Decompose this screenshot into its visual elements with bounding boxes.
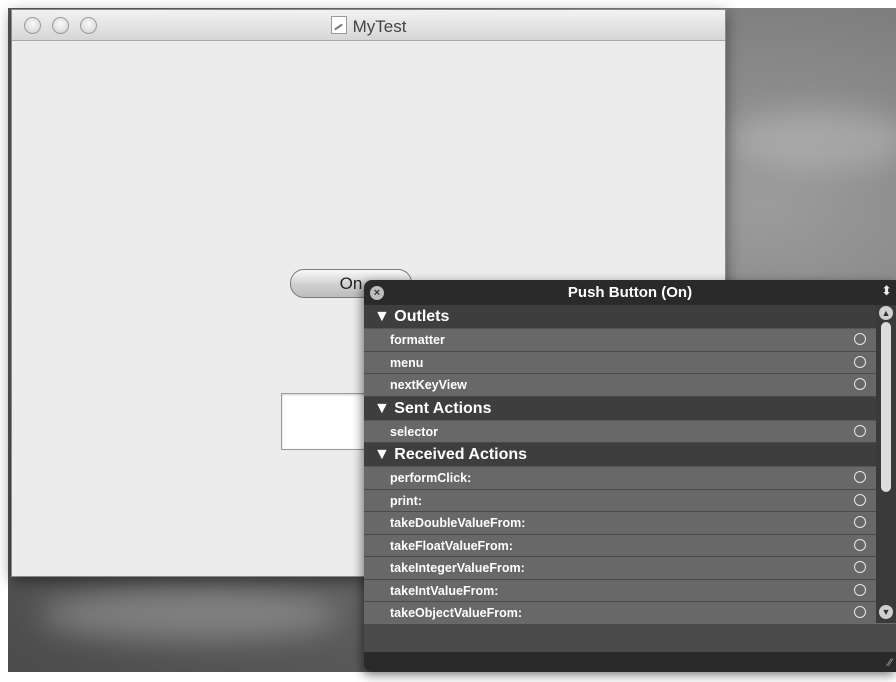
connection-circle-icon[interactable] [854, 355, 866, 368]
list-item[interactable]: takeIntValueFrom: [364, 579, 876, 602]
list-item[interactable]: takeObjectValueFrom: [364, 602, 876, 625]
connection-circle-icon[interactable] [854, 333, 866, 345]
updown-arrow-icon[interactable]: ⬍ [881, 283, 892, 299]
panel-bottom-bar: ⁄⁄ [364, 652, 896, 672]
connection-circle-icon[interactable] [854, 471, 866, 483]
resize-grip-icon[interactable]: ⁄⁄ [888, 657, 892, 669]
list-item[interactable]: performClick: [364, 467, 876, 490]
list-item[interactable]: takeDoubleValueFrom: [364, 512, 876, 535]
panel-title: Push Button (On) [567, 284, 693, 301]
scroll-thumb[interactable] [881, 322, 891, 492]
window-title: MyTest [12, 16, 725, 37]
wallpaper-streak [40, 590, 340, 640]
vertical-scrollbar[interactable]: ▲ ▼ [876, 305, 896, 623]
window-titlebar[interactable]: MyTest [12, 10, 725, 41]
panel-header[interactable]: × Push Button (On) ⬍ [364, 280, 896, 305]
scroll-up-icon[interactable]: ▲ [879, 306, 893, 320]
section-outlets[interactable]: ▼ Outlets [364, 305, 876, 329]
document-icon [330, 16, 347, 34]
connection-circle-icon[interactable] [854, 516, 866, 528]
section-received-actions[interactable]: ▼ Received Actions [364, 443, 876, 467]
wallpaper-streak [730, 110, 896, 170]
connection-circle-icon[interactable] [854, 606, 866, 618]
list-item[interactable]: print: [364, 489, 876, 512]
desktop-edge [0, 0, 8, 682]
connection-circle-icon[interactable] [854, 538, 866, 551]
list-item[interactable]: menu [364, 351, 876, 374]
connection-circle-icon[interactable] [854, 378, 866, 390]
connections-list: ▼ Outlets formatter menu nextKeyView ▼ S… [364, 305, 876, 625]
desktop-edge [0, 672, 896, 682]
list-item[interactable]: takeFloatValueFrom: [364, 534, 876, 557]
list-item[interactable]: selector [364, 420, 876, 443]
list-item[interactable]: nextKeyView [364, 374, 876, 397]
list-item[interactable]: formatter [364, 329, 876, 352]
connection-circle-icon[interactable] [854, 424, 866, 437]
connection-circle-icon[interactable] [854, 493, 866, 506]
scroll-down-icon[interactable]: ▼ [879, 605, 893, 619]
connection-circle-icon[interactable] [854, 561, 866, 573]
connections-hud-panel: × Push Button (On) ⬍ ▼ Outlets formatter… [364, 280, 896, 672]
text-field[interactable] [281, 393, 373, 450]
desktop-edge [0, 0, 896, 8]
connection-circle-icon[interactable] [854, 583, 866, 596]
panel-footer [364, 623, 896, 652]
list-item[interactable]: takeIntegerValueFrom: [364, 557, 876, 580]
section-sent-actions[interactable]: ▼ Sent Actions [364, 396, 876, 421]
